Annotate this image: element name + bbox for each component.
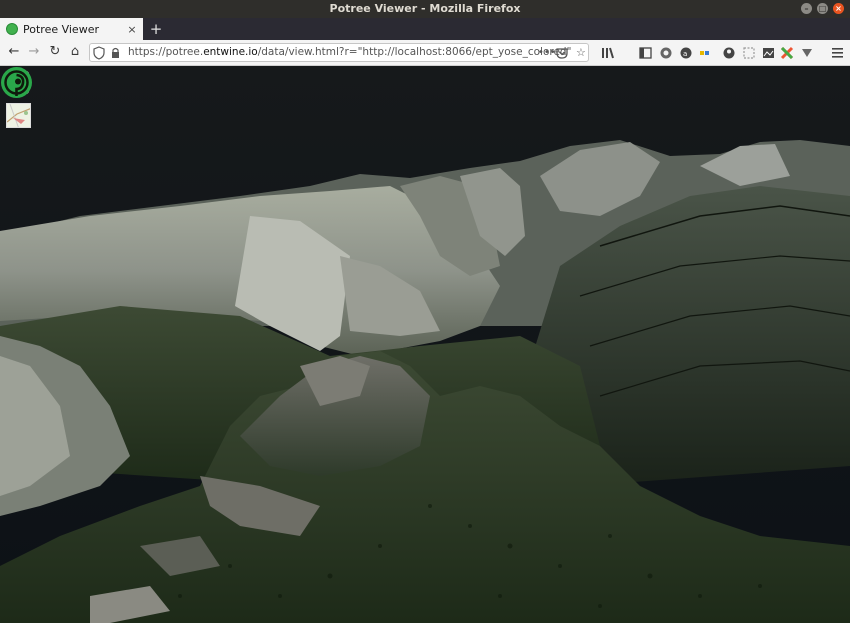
lock-icon <box>112 52 119 58</box>
url-bar[interactable]: https://potree.entwine.io/data/view.html… <box>89 43 589 62</box>
pocket-icon[interactable] <box>556 47 568 59</box>
new-tab-button[interactable]: + <box>148 18 164 40</box>
menu-icon[interactable] <box>832 48 843 58</box>
maximize-button[interactable]: □ <box>817 3 828 14</box>
extension-icon[interactable] <box>802 49 812 57</box>
window-title: Potree Viewer - Mozilla Firefox <box>329 2 521 15</box>
account-icon[interactable] <box>723 47 735 59</box>
map-toggle-icon <box>7 104 30 127</box>
point-cloud-viewport[interactable] <box>0 66 850 623</box>
window-titlebar: Potree Viewer - Mozilla Firefox – □ × <box>0 0 850 18</box>
site-info-icon[interactable] <box>93 44 127 61</box>
extension-icon[interactable] <box>743 47 755 59</box>
bookmark-star-icon[interactable]: ☆ <box>576 44 586 61</box>
extensions-toolbar: a <box>602 46 843 60</box>
window-controls: – □ × <box>801 3 844 14</box>
extension-icon[interactable] <box>700 51 709 55</box>
tab-potree-viewer[interactable]: Potree Viewer × <box>0 18 143 40</box>
map-toggle-button[interactable] <box>6 103 31 128</box>
navigation-toolbar: ← → ↻ ⌂ https://potree.entwine.io/data/v… <box>0 40 850 66</box>
yosemite-point-cloud <box>0 66 850 623</box>
home-icon[interactable]: ⌂ <box>67 44 83 60</box>
extension-icon[interactable] <box>763 48 774 58</box>
close-tab-icon[interactable]: × <box>125 23 139 36</box>
back-icon[interactable]: ← <box>6 44 22 60</box>
minimize-button[interactable]: – <box>801 3 812 14</box>
tab-strip: Potree Viewer × + <box>0 18 850 40</box>
tab-title: Potree Viewer <box>23 22 99 36</box>
svg-text:a: a <box>683 50 687 58</box>
extension-icon[interactable] <box>660 47 672 59</box>
reload-icon[interactable]: ↻ <box>47 44 63 60</box>
extension-icon[interactable] <box>780 46 794 60</box>
potree-favicon-icon <box>6 23 18 35</box>
url-text[interactable]: https://potree.entwine.io/data/view.html… <box>128 44 571 61</box>
library-icon[interactable] <box>602 47 614 59</box>
page-actions-icon[interactable]: ••• <box>538 44 556 61</box>
forward-icon[interactable]: → <box>26 44 42 60</box>
close-window-button[interactable]: × <box>833 3 844 14</box>
sidebar-icon[interactable] <box>639 47 652 59</box>
potree-logo-icon[interactable] <box>0 66 33 99</box>
extension-icon[interactable]: a <box>680 47 692 59</box>
